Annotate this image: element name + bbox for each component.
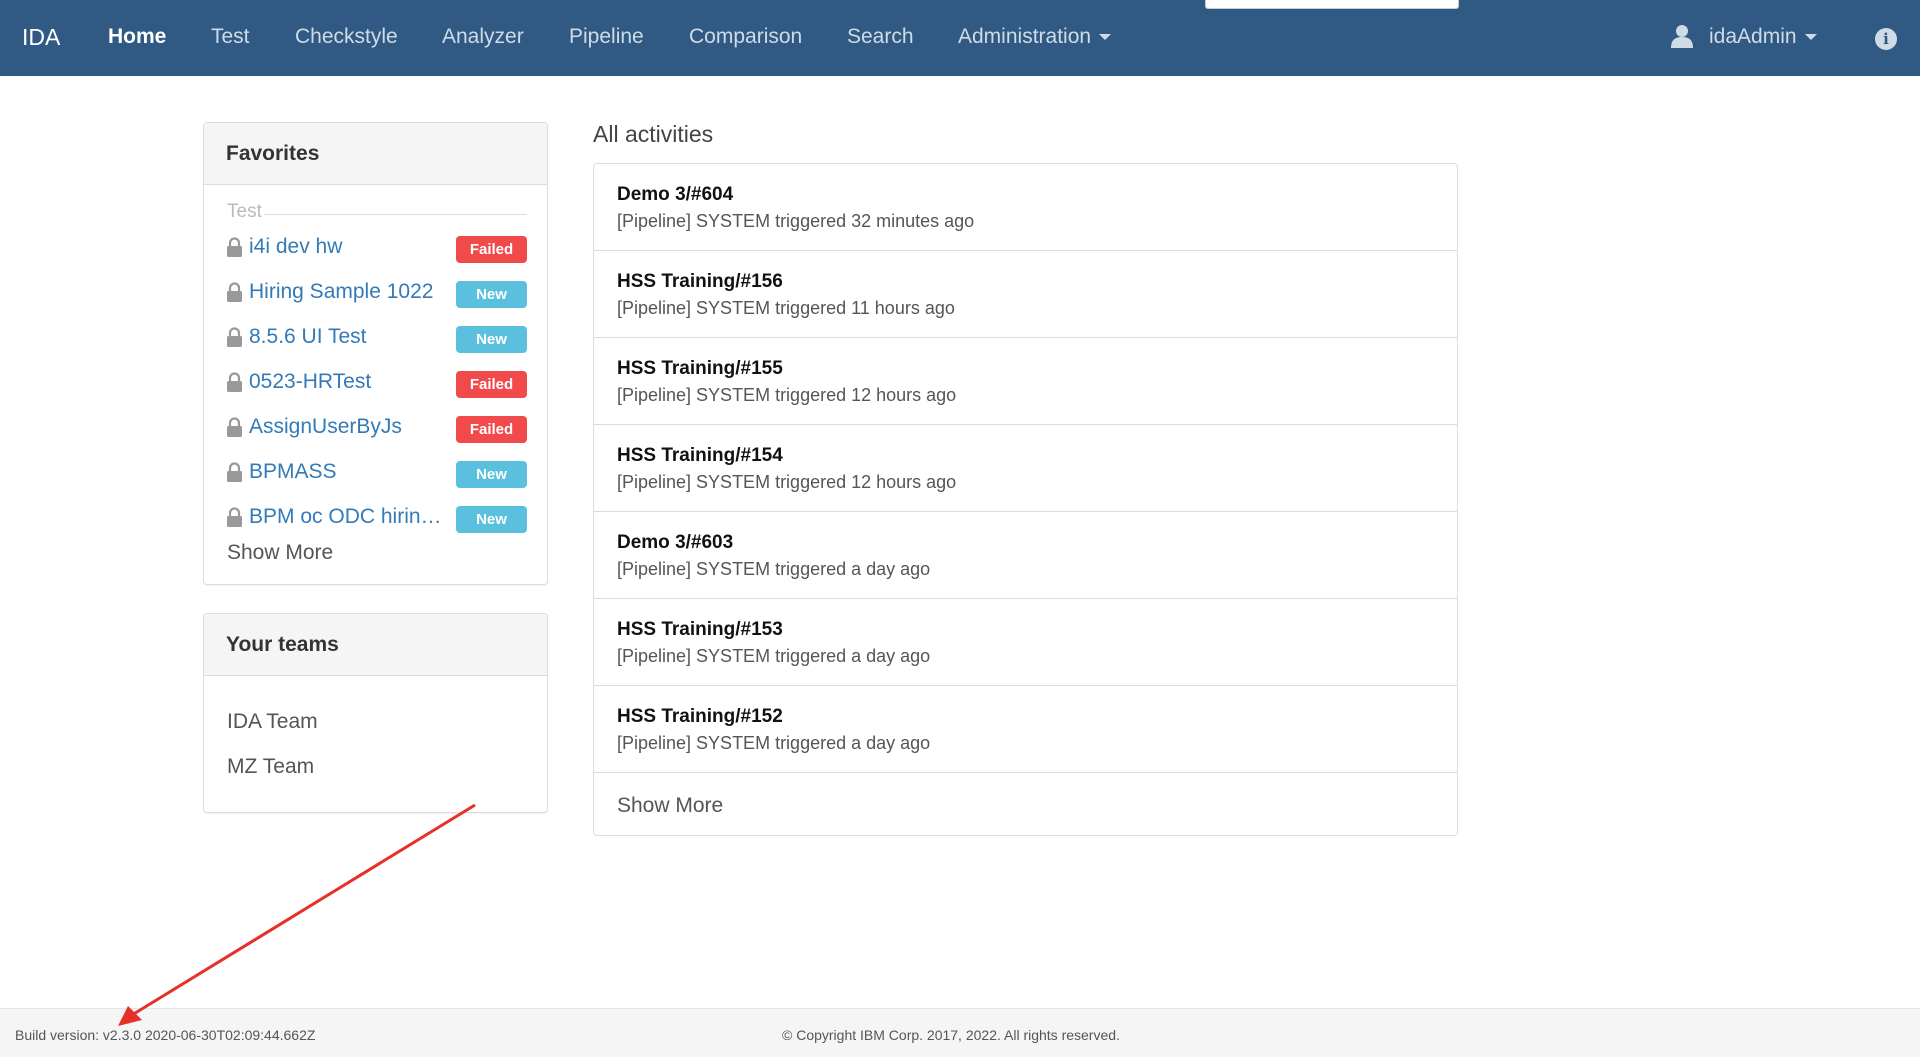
activity-item[interactable]: Demo 3/#603 [Pipeline] SYSTEM triggered … (594, 512, 1457, 599)
activity-description: [Pipeline] SYSTEM triggered a day ago (617, 733, 931, 753)
activity-description: [Pipeline] SYSTEM triggered 11 hours ago (617, 298, 955, 318)
lock-icon (227, 417, 242, 437)
activity-title[interactable]: HSS Training/#154 (617, 445, 783, 467)
lock-icon (227, 282, 242, 302)
nav-pipeline[interactable]: Pipeline (569, 25, 644, 49)
status-badge-failed: Failed (456, 416, 527, 443)
nav-administration[interactable]: Administration (958, 25, 1112, 49)
favorite-link[interactable]: Hiring Sample 1022 (249, 280, 449, 304)
teams-heading: Your teams (204, 614, 547, 676)
chevron-down-icon (1804, 34, 1817, 41)
favorite-link[interactable]: BPM oc ODC hiring... (249, 505, 449, 529)
activity-title[interactable]: Demo 3/#604 (617, 184, 733, 206)
lock-icon (227, 237, 242, 257)
activity-description: [Pipeline] SYSTEM triggered 32 minutes a… (617, 211, 975, 231)
lock-icon (227, 327, 242, 347)
activity-description: [Pipeline] SYSTEM triggered a day ago (617, 559, 931, 579)
team-link[interactable]: MZ Team (227, 755, 314, 779)
nav-test[interactable]: Test (211, 25, 250, 49)
favorites-group-text: Test (227, 201, 262, 222)
activity-item[interactable]: Demo 3/#604 [Pipeline] SYSTEM triggered … (594, 164, 1457, 251)
favorites-group-label: Test (227, 201, 527, 223)
user-menu[interactable]: idaAdmin (1709, 25, 1817, 49)
status-badge-new: New (456, 461, 527, 488)
activity-description: [Pipeline] SYSTEM triggered 12 hours ago (617, 385, 957, 405)
activity-item[interactable]: HSS Training/#155 [Pipeline] SYSTEM trig… (594, 338, 1457, 425)
favorite-link[interactable]: 8.5.6 UI Test (249, 325, 449, 349)
nav-comparison[interactable]: Comparison (689, 25, 802, 49)
status-badge-new: New (456, 326, 527, 353)
nav-analyzer[interactable]: Analyzer (442, 25, 524, 49)
activity-item[interactable]: HSS Training/#156 [Pipeline] SYSTEM trig… (594, 251, 1457, 338)
top-navbar: IDA Home Test Checkstyle Analyzer Pipeli… (0, 0, 1920, 76)
activity-title[interactable]: HSS Training/#152 (617, 706, 783, 728)
favorites-show-more[interactable]: Show More (227, 541, 333, 565)
teams-panel: Your teams IDA Team MZ Team (203, 613, 548, 813)
favorite-item[interactable]: BPMASS New (227, 458, 527, 488)
favorite-item[interactable]: i4i dev hw Failed (227, 233, 527, 263)
activity-description: [Pipeline] SYSTEM triggered 12 hours ago (617, 472, 957, 492)
build-version: Build version: v2.3.0 2020-06-30T02:09:4… (15, 1027, 316, 1043)
favorite-item[interactable]: 0523-HRTest Failed (227, 368, 527, 398)
nav-administration-label: Administration (958, 25, 1092, 48)
lock-icon (227, 507, 242, 527)
activity-description: [Pipeline] SYSTEM triggered a day ago (617, 646, 931, 666)
favorite-link[interactable]: AssignUserByJs (249, 415, 449, 439)
status-badge-new: New (456, 281, 527, 308)
favorite-link[interactable]: BPMASS (249, 460, 449, 484)
favorites-heading: Favorites (204, 123, 547, 185)
nav-home[interactable]: Home (108, 25, 166, 49)
nav-checkstyle[interactable]: Checkstyle (295, 25, 398, 49)
favorite-item[interactable]: Hiring Sample 1022 New (227, 278, 527, 308)
team-link[interactable]: IDA Team (227, 710, 318, 734)
user-icon[interactable] (1671, 24, 1693, 48)
activity-item[interactable]: HSS Training/#153 [Pipeline] SYSTEM trig… (594, 599, 1457, 686)
info-icon[interactable]: i (1875, 28, 1897, 50)
status-badge-failed: Failed (456, 236, 527, 263)
status-badge-new: New (456, 506, 527, 533)
activity-title[interactable]: Demo 3/#603 (617, 532, 733, 554)
activity-title[interactable]: HSS Training/#153 (617, 619, 783, 641)
status-badge-failed: Failed (456, 371, 527, 398)
chevron-down-icon (1099, 34, 1112, 41)
lock-icon (227, 462, 242, 482)
activity-title[interactable]: HSS Training/#155 (617, 358, 783, 380)
activities-list: Demo 3/#604 [Pipeline] SYSTEM triggered … (593, 163, 1458, 836)
activities-show-more[interactable]: Show More (617, 794, 723, 818)
favorite-link[interactable]: i4i dev hw (249, 235, 449, 259)
favorite-item[interactable]: BPM oc ODC hiring... New (227, 503, 527, 533)
favorites-panel: Favorites Test i4i dev hw Failed Hiring … (203, 122, 548, 585)
favorite-item[interactable]: 8.5.6 UI Test New (227, 323, 527, 353)
user-name-label: idaAdmin (1709, 25, 1797, 48)
lock-icon (227, 372, 242, 392)
page-footer: Build version: v2.3.0 2020-06-30T02:09:4… (0, 1008, 1920, 1057)
favorite-item[interactable]: AssignUserByJs Failed (227, 413, 527, 443)
nav-search[interactable]: Search (847, 25, 914, 49)
brand-logo[interactable]: IDA (22, 24, 60, 51)
activity-title[interactable]: HSS Training/#156 (617, 271, 783, 293)
activity-item[interactable]: HSS Training/#152 [Pipeline] SYSTEM trig… (594, 686, 1457, 773)
favorite-link[interactable]: 0523-HRTest (249, 370, 449, 394)
dropdown-popup-edge (1205, 0, 1459, 9)
copyright-text: © Copyright IBM Corp. 2017, 2022. All ri… (782, 1027, 1120, 1043)
activity-item[interactable]: HSS Training/#154 [Pipeline] SYSTEM trig… (594, 425, 1457, 512)
activities-title: All activities (593, 121, 714, 147)
